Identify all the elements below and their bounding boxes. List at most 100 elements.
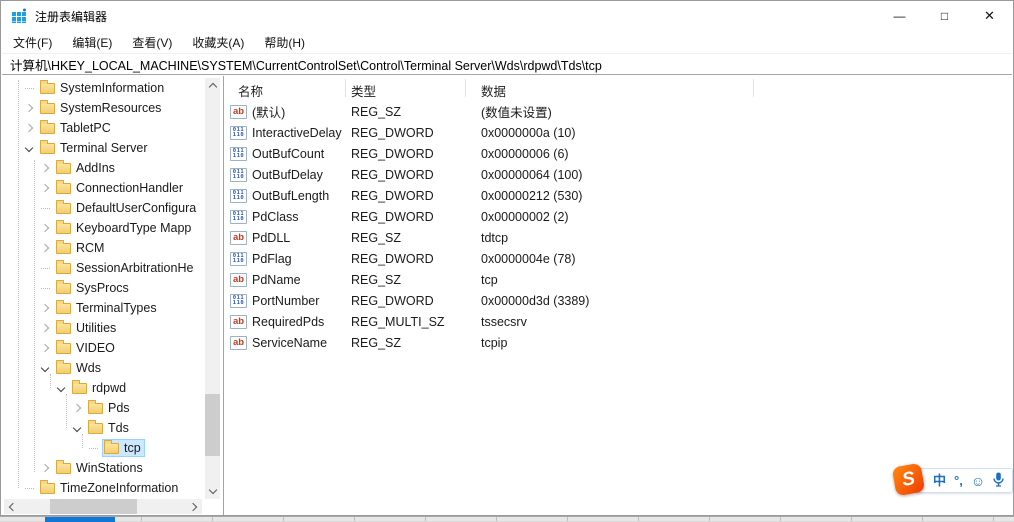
column-separator[interactable] [345,79,346,97]
tree-item-terminaltypes[interactable]: TerminalTypes [2,298,203,318]
chevron-right-icon[interactable] [24,103,34,113]
tree-expander-cell[interactable] [38,321,52,335]
registry-value-row[interactable]: 011 110 PdClass REG_DWORD 0x00000002 (2) [224,206,1013,227]
maximize-button[interactable]: □ [922,1,967,31]
tree-item-timezoneinformation[interactable]: TimeZoneInformation [2,478,203,496]
chevron-right-icon[interactable] [40,323,50,333]
tree-expander-cell[interactable] [38,161,52,175]
column-header-data[interactable]: 数据 [481,81,506,100]
tree-item-content[interactable]: WinStations [55,459,146,476]
tree-expander-cell[interactable] [54,381,68,395]
chevron-right-icon[interactable] [72,403,82,413]
registry-value-row[interactable]: 011 110 OutBufLength REG_DWORD 0x00000212 (5… [224,185,1013,206]
column-separator[interactable] [753,79,754,97]
tree-item-systeminformation[interactable]: SystemInformation [2,78,203,98]
menu-help[interactable]: 帮助(H) [254,31,315,54]
tree-expander-cell[interactable] [38,461,52,475]
chevron-right-icon[interactable] [40,163,50,173]
tree-expander-cell[interactable] [38,241,52,255]
tree-expander-cell[interactable] [22,101,36,115]
registry-value-row[interactable]: 011 110 OutBufDelay REG_DWORD 0x00000064 (10… [224,164,1013,185]
tree-item-content[interactable]: KeyboardType Mapp [55,219,194,236]
scroll-right-button[interactable] [187,499,202,514]
tree-item-addins[interactable]: AddIns [2,158,203,178]
tree-item-content[interactable]: SystemResources [39,99,164,116]
tree-item-content[interactable]: SessionArbitrationHe [55,259,196,276]
chevron-down-icon[interactable] [24,143,34,153]
tree-expander-cell[interactable] [38,341,52,355]
tree-item-tds[interactable]: Tds [2,418,203,438]
close-button[interactable]: ✕ [967,1,1012,31]
tree-expander-cell[interactable] [38,361,52,375]
chevron-right-icon[interactable] [40,303,50,313]
chevron-right-icon[interactable] [40,343,50,353]
tree-item-winstations[interactable]: WinStations [2,458,203,478]
registry-value-row[interactable]: 011 110 InteractiveDelay REG_DWORD 0x0000000… [224,122,1013,143]
registry-value-row[interactable]: 011 110 PortNumber REG_DWORD 0x00000d3d (338… [224,290,1013,311]
chevron-down-icon[interactable] [56,383,66,393]
column-header-name[interactable]: 名称 [238,81,263,100]
scroll-up-button[interactable] [205,78,220,93]
tree-expander-cell[interactable] [22,141,36,155]
tree-item-content[interactable]: ConnectionHandler [55,179,186,196]
column-header-type[interactable]: 类型 [351,81,376,100]
tree-item-tcp[interactable]: tcp [2,438,203,458]
chevron-right-icon[interactable] [40,223,50,233]
tree-item-wds[interactable]: Wds [2,358,203,378]
menu-favorites[interactable]: 收藏夹(A) [182,31,254,54]
minimize-button[interactable]: — [877,1,922,31]
registry-value-row[interactable]: 011 110 OutBufCount REG_DWORD 0x00000006 (6) [224,143,1013,164]
tree-item-keyboardtype-mapp[interactable]: KeyboardType Mapp [2,218,203,238]
tree-item-content[interactable]: Wds [55,359,104,376]
tree-item-content[interactable]: SystemInformation [39,79,167,96]
tree-expander-cell[interactable] [22,121,36,135]
tree-item-sysprocs[interactable]: SysProcs [2,278,203,298]
tree-expander-cell[interactable] [70,401,84,415]
tree-item-content[interactable]: TerminalTypes [55,299,160,316]
registry-value-row[interactable]: ab PdName REG_SZ tcp [224,269,1013,290]
tree-item-tabletpc[interactable]: TabletPC [2,118,203,138]
tree-item-content[interactable]: DefaultUserConfigura [55,199,199,216]
tree-item-content[interactable]: VIDEO [55,339,118,356]
tree-item-content[interactable]: AddIns [55,159,118,176]
tree-expander-cell[interactable] [70,421,84,435]
tree-item-pds[interactable]: Pds [2,398,203,418]
registry-value-row[interactable]: ab (默认) REG_SZ (数值未设置) [224,101,1013,122]
chevron-down-icon[interactable] [72,423,82,433]
chevron-right-icon[interactable] [40,243,50,253]
tree-item-content[interactable]: TabletPC [39,119,114,136]
ime-punctuation-button[interactable]: °, [954,474,963,487]
registry-value-row[interactable]: ab ServiceName REG_SZ tcpip [224,332,1013,353]
tree-item-rdpwd[interactable]: rdpwd [2,378,203,398]
registry-value-row[interactable]: ab RequiredPds REG_MULTI_SZ tssecsrv [224,311,1013,332]
tree-horizontal-scrollbar[interactable] [4,499,202,514]
tree-item-systemresources[interactable]: SystemResources [2,98,203,118]
tree-expander-cell[interactable] [38,301,52,315]
sogou-ime-logo[interactable]: S [891,462,926,497]
registry-value-row[interactable]: ab PdDLL REG_SZ tdtcp [224,227,1013,248]
tree-item-rcm[interactable]: RCM [2,238,203,258]
scroll-left-button[interactable] [4,499,19,514]
tree-item-content[interactable]: tcp [102,439,145,457]
menu-edit[interactable]: 编辑(E) [62,31,122,54]
tree-item-content[interactable]: TimeZoneInformation [39,479,181,496]
tree-expander-cell[interactable] [38,221,52,235]
scroll-down-button[interactable] [205,484,220,499]
tree-item-content[interactable]: RCM [55,239,107,256]
chevron-down-icon[interactable] [40,363,50,373]
tree-vertical-scrollbar[interactable] [205,78,220,499]
chevron-right-icon[interactable] [40,183,50,193]
tree-expander-cell[interactable] [38,181,52,195]
chevron-right-icon[interactable] [24,123,34,133]
registry-value-row[interactable]: 011 110 PdFlag REG_DWORD 0x0000004e (78) [224,248,1013,269]
tree-item-content[interactable]: SysProcs [55,279,132,296]
menu-view[interactable]: 查看(V) [122,31,182,54]
vertical-scroll-thumb[interactable] [205,394,220,456]
ime-emoji-button[interactable]: ☺ [971,474,985,488]
tree-item-content[interactable]: rdpwd [71,379,129,396]
address-bar[interactable]: 计算机\HKEY_LOCAL_MACHINE\SYSTEM\CurrentCon… [2,53,1012,75]
horizontal-scroll-thumb[interactable] [50,499,137,514]
ime-language-mode-button[interactable]: 中 [933,474,946,487]
tree-item-connectionhandler[interactable]: ConnectionHandler [2,178,203,198]
tree-item-sessionarbitrationhe[interactable]: SessionArbitrationHe [2,258,203,278]
